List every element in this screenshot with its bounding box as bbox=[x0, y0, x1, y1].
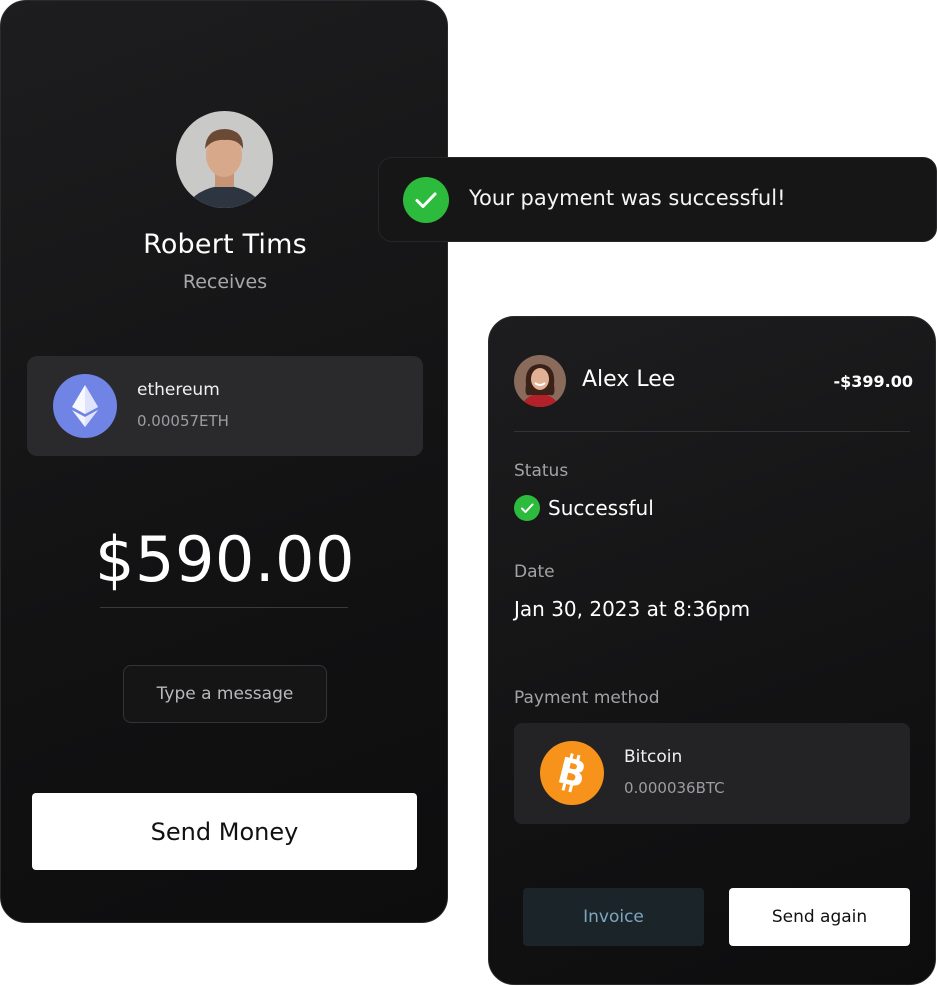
ethereum-icon bbox=[53, 374, 117, 438]
payment-method-label: Payment method bbox=[514, 688, 660, 708]
payment-method-box: B Bitcoin 0.000036BTC bbox=[514, 723, 910, 824]
status-label: Status bbox=[514, 461, 569, 481]
toast-message: Your payment was successful! bbox=[469, 186, 786, 210]
coin-selector[interactable]: ethereum 0.00057ETH bbox=[27, 356, 423, 456]
date-label: Date bbox=[514, 562, 555, 582]
transaction-amount: -$399.00 bbox=[833, 372, 913, 391]
bitcoin-icon: B bbox=[540, 741, 604, 805]
amount-display[interactable]: $590.00 bbox=[1, 523, 449, 596]
success-toast: Your payment was successful! bbox=[378, 157, 937, 242]
amount-underline bbox=[100, 607, 348, 608]
coin-amount: 0.00057ETH bbox=[137, 412, 229, 430]
send-money-button[interactable]: Send Money bbox=[32, 793, 417, 870]
status-row: Successful bbox=[514, 495, 654, 521]
invoice-button[interactable]: Invoice bbox=[523, 888, 704, 946]
send-money-card: Robert Tims Receives ethereum 0.00057ETH… bbox=[0, 0, 448, 923]
check-circle-icon bbox=[403, 177, 449, 223]
transaction-receipt-card: Alex Lee -$399.00 Status Successful Date… bbox=[488, 316, 936, 985]
type-message-button[interactable]: Type a message bbox=[123, 665, 327, 723]
payment-method-amount: 0.000036BTC bbox=[624, 779, 725, 797]
contact-name: Alex Lee bbox=[582, 367, 676, 392]
status-value: Successful bbox=[548, 496, 654, 520]
date-value: Jan 30, 2023 at 8:36pm bbox=[514, 597, 751, 621]
coin-name: ethereum bbox=[137, 380, 220, 400]
payment-method-name: Bitcoin bbox=[624, 747, 683, 767]
recipient-avatar bbox=[176, 111, 273, 208]
recipient-role: Receives bbox=[182, 271, 268, 293]
divider bbox=[514, 431, 910, 432]
check-circle-icon bbox=[514, 495, 540, 521]
send-again-button[interactable]: Send again bbox=[729, 888, 910, 946]
contact-avatar bbox=[514, 355, 566, 407]
